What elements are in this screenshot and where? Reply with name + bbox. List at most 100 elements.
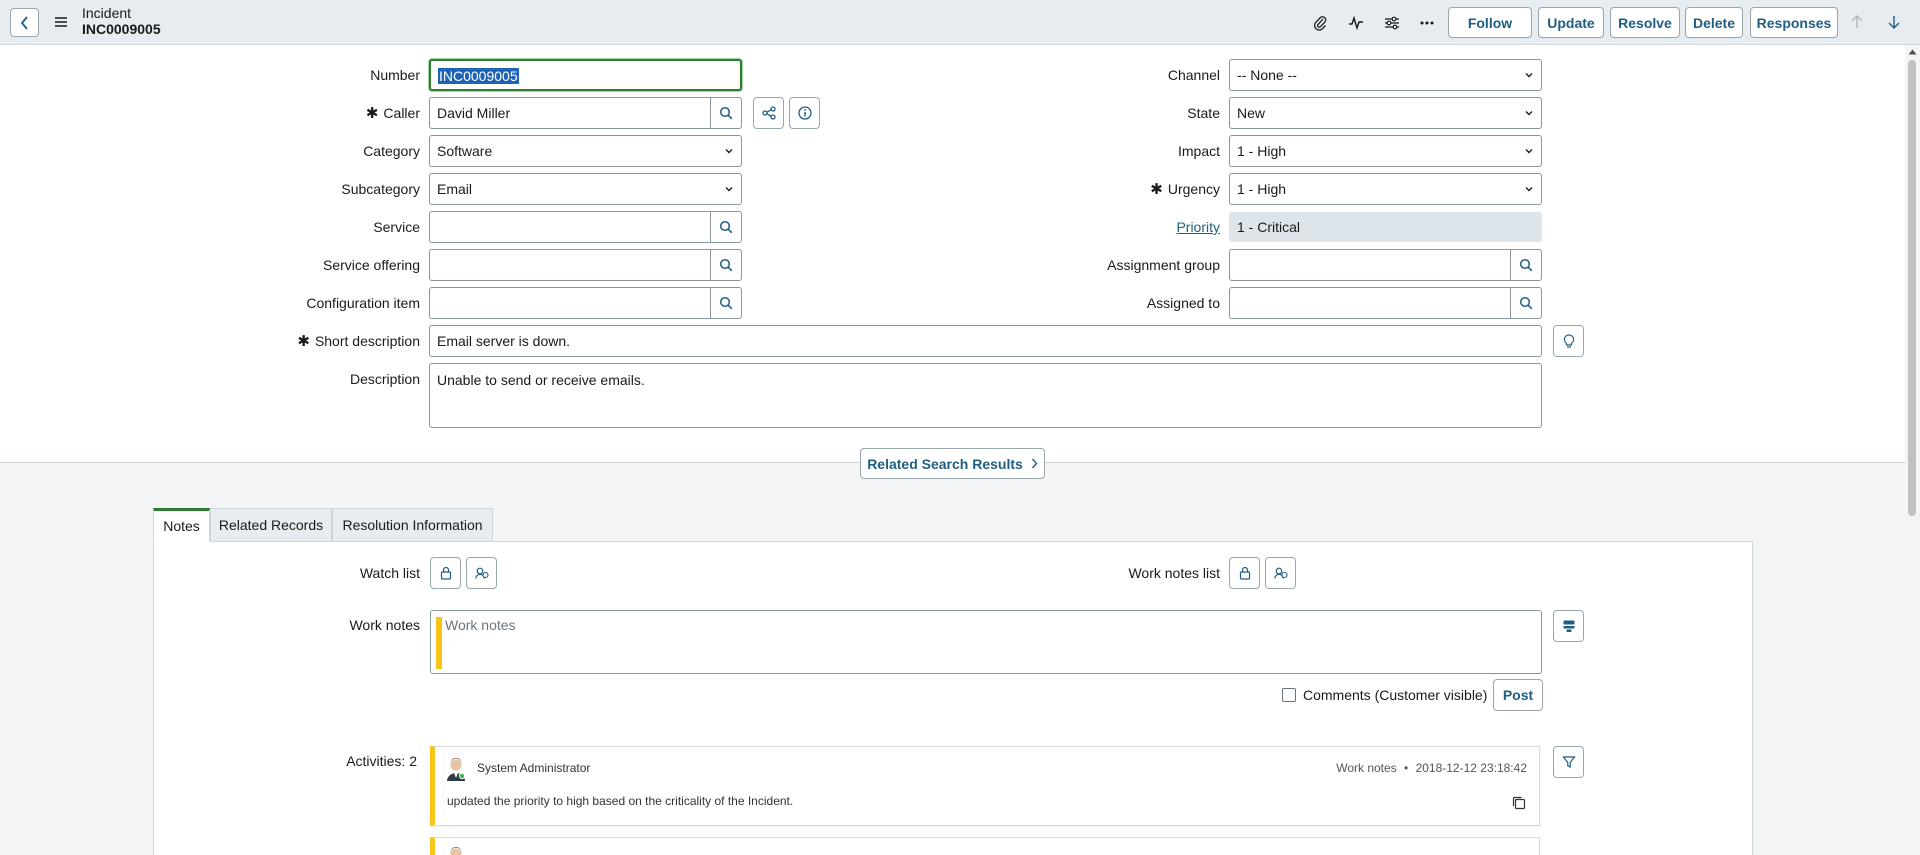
service-label: Service (373, 219, 420, 235)
channel-label: Channel (1167, 67, 1220, 83)
service-lookup-button[interactable] (711, 211, 742, 243)
previous-record-button[interactable] (1847, 12, 1867, 32)
impact-select[interactable]: 1 - High (1229, 135, 1542, 167)
assignment-group-label: Assignment group (1107, 257, 1220, 273)
chevron-left-icon (20, 15, 28, 30)
tab-related-records[interactable]: Related Records (210, 508, 332, 542)
watch-list-lock-button[interactable] (430, 557, 461, 589)
category-select[interactable]: Software (429, 135, 742, 167)
urgency-label-text: Urgency (1167, 181, 1220, 197)
impact-value: 1 - High (1237, 143, 1287, 159)
work-notes-indicator (436, 617, 442, 669)
add-user-icon (474, 567, 489, 579)
work-notes-textarea[interactable]: Work notes (430, 610, 1542, 674)
responses-button[interactable]: Responses (1750, 7, 1838, 38)
lock-icon (1239, 566, 1250, 580)
update-button[interactable]: Update (1538, 7, 1604, 38)
state-value: New (1237, 105, 1266, 121)
impact-label: Impact (1177, 143, 1220, 159)
follow-button[interactable]: Follow (1448, 7, 1532, 38)
more-options-button[interactable] (1416, 12, 1438, 34)
priority-label[interactable]: Priority (1080, 211, 1220, 243)
category-label: Category (363, 143, 420, 159)
next-record-button[interactable] (1884, 12, 1904, 32)
chevron-down-icon (1525, 73, 1533, 78)
context-menu-button[interactable] (53, 13, 69, 31)
work-notes-template-button[interactable] (1553, 610, 1584, 642)
caller-field[interactable]: David Miller (429, 97, 711, 129)
record-header: Incident INC0009005 Follow Update Resolv… (0, 0, 1920, 45)
watch-list-add-me-button[interactable] (466, 557, 497, 589)
subcategory-value: Email (437, 181, 473, 197)
avatar (450, 847, 462, 855)
search-icon (719, 258, 733, 272)
scrollbar-thumb[interactable] (1908, 60, 1916, 516)
activity-button[interactable] (1345, 12, 1367, 34)
comments-checkbox-label[interactable]: Comments (Customer visible) (1303, 679, 1487, 711)
suggestion-button[interactable] (1553, 325, 1584, 357)
service-offering-field[interactable] (429, 249, 711, 281)
number-field[interactable]: INC0009005 (429, 59, 742, 91)
tab-resolution-information[interactable]: Resolution Information (332, 508, 493, 542)
work-notes-label: Work notes (349, 617, 420, 633)
comments-checkbox[interactable] (1282, 688, 1296, 702)
attachment-button[interactable] (1309, 12, 1331, 34)
arrow-down-icon (1888, 16, 1900, 29)
chevron-down-icon (725, 149, 733, 154)
service-offering-lookup-button[interactable] (711, 249, 742, 281)
record-number: INC0009005 (82, 21, 161, 37)
chevron-down-icon (725, 187, 733, 192)
required-icon: ✱ (365, 105, 379, 122)
delete-button[interactable]: Delete (1685, 7, 1743, 38)
search-icon (1519, 258, 1533, 272)
caller-lookup-button[interactable] (711, 97, 742, 129)
subcategory-select[interactable]: Email (429, 173, 742, 205)
filter-icon (1561, 756, 1576, 768)
description-label: Description (349, 371, 420, 387)
description-field[interactable]: Unable to send or receive emails. (429, 363, 1542, 428)
related-search-results-button[interactable]: Related Search Results (860, 448, 1045, 479)
back-button[interactable] (10, 8, 39, 37)
chevron-down-icon (1525, 111, 1533, 116)
service-field[interactable] (429, 211, 711, 243)
urgency-select[interactable]: 1 - High (1229, 173, 1542, 205)
template-icon (1563, 620, 1574, 632)
hamburger-icon (55, 17, 67, 27)
service-offering-label: Service offering (322, 257, 420, 273)
work-notes-list-add-me-button[interactable] (1265, 557, 1296, 589)
assigned-to-field[interactable] (1229, 287, 1511, 319)
urgency-value: 1 - High (1237, 181, 1287, 197)
state-select[interactable]: New (1229, 97, 1542, 129)
info-icon (797, 106, 812, 120)
resolve-button[interactable]: Resolve (1610, 7, 1680, 38)
assignment-group-field[interactable] (1229, 249, 1511, 281)
number-value: INC0009005 (438, 68, 519, 84)
tab-notes[interactable]: Notes (153, 508, 210, 542)
channel-select[interactable]: -- None -- (1229, 59, 1542, 91)
search-icon (1519, 296, 1533, 310)
personalize-button[interactable] (1381, 12, 1403, 34)
urgency-label: ✱ Urgency (1080, 173, 1220, 205)
caller-info-button[interactable] (789, 97, 820, 129)
assigned-to-lookup-button[interactable] (1511, 287, 1542, 319)
caller-related-button[interactable] (753, 97, 784, 129)
priority-link[interactable]: Priority (1176, 219, 1220, 235)
more-icon (1420, 21, 1434, 25)
caller-label: ✱ Caller (300, 97, 420, 129)
scroll-up-icon[interactable] (1908, 49, 1917, 55)
copy-icon[interactable] (1511, 795, 1527, 811)
required-icon: ✱ (1150, 181, 1163, 198)
configuration-item-label: Configuration item (306, 295, 420, 311)
configuration-item-field[interactable] (429, 287, 711, 319)
short-description-label: ✱ Short description (260, 325, 420, 357)
post-button[interactable]: Post (1493, 679, 1543, 711)
activity-filter-button[interactable] (1553, 746, 1584, 778)
caller-label-text: Caller (383, 105, 420, 121)
assignment-group-lookup-button[interactable] (1511, 249, 1542, 281)
configuration-item-lookup-button[interactable] (711, 287, 742, 319)
short-description-field[interactable]: Email server is down. (429, 325, 1542, 357)
activity-type: Work notes (1336, 761, 1397, 775)
state-label: State (1187, 105, 1220, 121)
work-notes-list-lock-button[interactable] (1229, 557, 1260, 589)
channel-value: -- None -- (1237, 67, 1297, 83)
